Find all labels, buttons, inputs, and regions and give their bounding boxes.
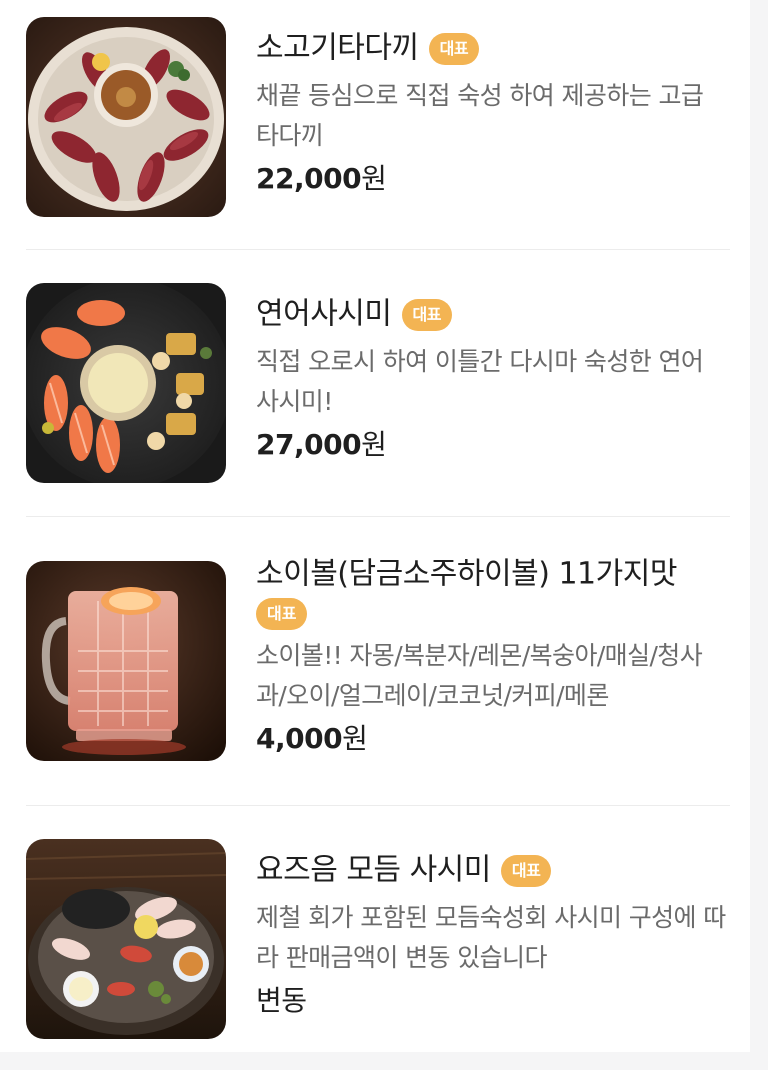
salmon-sashimi-image xyxy=(26,283,226,483)
menu-item-name: 요즈음 모듬 사시미 xyxy=(256,852,491,888)
menu-item-price: 22,000원 xyxy=(256,160,730,198)
beef-tataki-image xyxy=(26,17,226,217)
item-divider xyxy=(26,249,730,250)
menu-item-photo[interactable] xyxy=(26,561,226,761)
menu-item-description: 직접 오로시 하여 이틀간 다시마 숙성한 연어 사시미! xyxy=(256,346,704,416)
signature-badge: 대표 xyxy=(256,597,308,630)
price-unit: 원 xyxy=(342,721,368,755)
menu-item-price: 4,000원 xyxy=(256,720,730,758)
menu-item-name: 소고기타다끼 xyxy=(256,30,419,66)
price-amount: 27,000 xyxy=(256,427,362,461)
menu-item-name: 연어사시미 xyxy=(256,296,392,332)
price-amount: 22,000 xyxy=(256,161,362,195)
assorted-sashimi-image xyxy=(26,839,226,1039)
signature-badge: 대표 xyxy=(401,298,452,331)
menu-item-price: 변동 xyxy=(256,982,730,1020)
menu-item-photo[interactable] xyxy=(26,283,226,483)
signature-badge: 대표 xyxy=(428,32,480,65)
price-amount: 변동 xyxy=(256,983,307,1017)
bottom-edge xyxy=(0,1052,768,1070)
menu-item-description: 채끝 등심으로 직접 숙성 하여 제공하는 고급 타다끼 xyxy=(256,80,704,150)
price-unit: 원 xyxy=(361,161,387,195)
signature-badge: 대표 xyxy=(500,854,552,887)
menu-list: 소고기타다끼 대표 채끝 등심으로 직접 숙성 하여 제공하는 고급 타다끼 22… xyxy=(0,0,750,1070)
price-amount: 4,000 xyxy=(256,721,343,755)
menu-item-photo[interactable] xyxy=(26,839,226,1039)
item-divider xyxy=(26,805,730,806)
item-divider xyxy=(26,516,730,517)
menu-item-price: 27,000원 xyxy=(256,426,730,464)
side-panel-edge xyxy=(750,0,768,1070)
menu-item-name: 소이볼(담금소주하이볼) 11가지맛 xyxy=(256,556,677,592)
highball-image xyxy=(26,561,226,761)
price-unit: 원 xyxy=(361,427,387,461)
menu-item-photo[interactable] xyxy=(26,17,226,217)
menu-item-description: 소이볼!! 자몽/복분자/레몬/복숭아/매실/청사과/오이/얼그레이/코코넛/커… xyxy=(256,640,703,710)
menu-item-description: 제철 회가 포함된 모듬숙성회 사시미 구성에 따라 판매금액이 변동 있습니다 xyxy=(256,902,726,972)
